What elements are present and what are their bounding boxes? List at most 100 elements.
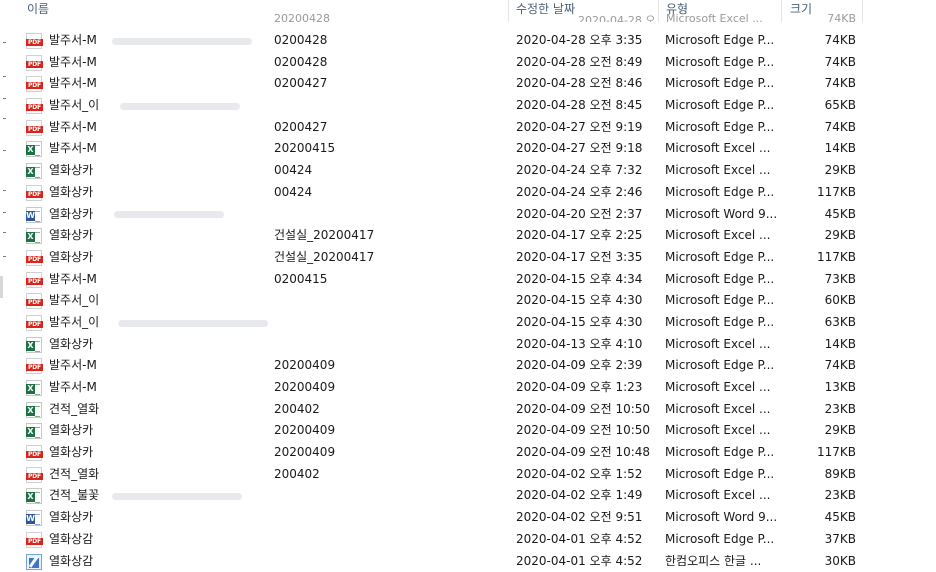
navigation-pane-edge xyxy=(0,0,12,572)
file-modified-date: 2020-04-28 오전 8:45 xyxy=(516,98,643,113)
file-modified-date: 2020-04-27 오전 9:19 xyxy=(516,119,643,134)
file-size: 63KB xyxy=(824,314,856,329)
file-name-start: 열화상카 xyxy=(49,510,94,525)
file-modified-date: 2020-04-02 오전 9:51 xyxy=(516,510,643,525)
file-name-start: 발주서-M xyxy=(49,76,97,91)
file-name-end: 건설실_20200417 xyxy=(274,228,375,243)
file-modified-date: 2020-04-01 오후 4:52 xyxy=(516,553,643,568)
file-size: 89KB xyxy=(824,466,856,481)
file-name-start: 발주서-M xyxy=(49,119,97,134)
file-size: 60KB xyxy=(824,293,856,308)
file-type: Microsoft Edge P... xyxy=(665,33,775,47)
file-type: Microsoft Excel ... xyxy=(665,401,771,416)
file-size: 23KB xyxy=(824,488,856,503)
column-header-size[interactable]: 크기 xyxy=(790,0,812,22)
privacy-blur-overlay xyxy=(100,0,274,572)
file-size: 74KB xyxy=(824,76,856,91)
column-divider[interactable] xyxy=(781,0,782,22)
file-modified-date: 2020-04-09 오전 10:48 xyxy=(516,445,651,460)
file-type: Microsoft Edge P... xyxy=(665,445,775,460)
file-size: 74KB xyxy=(824,119,856,134)
file-type: Microsoft Edge P... xyxy=(665,76,775,91)
file-size: 74KB xyxy=(824,33,856,47)
pdf-file-icon: PDF xyxy=(26,184,43,201)
excel-file-icon: X xyxy=(26,488,42,505)
column-divider[interactable] xyxy=(862,0,863,22)
file-type: Microsoft Edge P... xyxy=(665,314,775,329)
nav-selected-item[interactable] xyxy=(0,276,3,298)
file-name-end: 00424 xyxy=(274,163,313,178)
file-type: Microsoft Edge P... xyxy=(665,358,775,373)
file-type: Microsoft Edge P... xyxy=(665,249,775,264)
file-name-start: 열화상카 xyxy=(49,336,94,351)
pdf-file-icon: PDF xyxy=(26,98,43,115)
file-name-start: 발주서-M xyxy=(49,33,97,47)
file-name-end: 20200409 xyxy=(274,423,336,438)
file-modified-date: 2020-04-17 오전 3:35 xyxy=(516,249,643,264)
file-name-end: 20200409 xyxy=(274,380,336,394)
partial-row-name: 20200428 xyxy=(274,12,330,22)
hwp-file-icon xyxy=(26,553,42,570)
file-modified-date: 2020-04-15 오후 4:30 xyxy=(516,314,643,329)
file-size: 13KB xyxy=(824,380,856,394)
pdf-file-icon: PDF xyxy=(26,76,43,93)
nav-tick xyxy=(3,98,6,99)
file-size: 23KB xyxy=(824,401,856,416)
file-size: 29KB xyxy=(824,228,856,243)
pdf-file-icon: PDF xyxy=(26,271,43,288)
pdf-file-icon: PDF xyxy=(26,33,43,49)
blur-smudge xyxy=(120,103,240,110)
pdf-file-icon: PDF xyxy=(26,54,43,71)
file-type: Microsoft Edge P... xyxy=(665,271,775,286)
file-size: 117KB xyxy=(816,249,856,264)
column-header-date[interactable]: 수정한 날짜 xyxy=(516,0,575,22)
file-type: Microsoft Edge P... xyxy=(665,531,775,546)
file-name-start: 발주서-M xyxy=(49,271,97,286)
file-modified-date: 2020-04-28 오전 8:49 xyxy=(516,54,643,69)
file-name-end: 00424 xyxy=(274,184,313,199)
file-type: Microsoft Edge P... xyxy=(665,119,775,134)
nav-tick xyxy=(3,256,6,257)
file-name-end: 20200415 xyxy=(274,141,336,156)
file-type: Microsoft Edge P... xyxy=(665,184,775,199)
pdf-file-icon: PDF xyxy=(26,293,43,310)
excel-file-icon: X xyxy=(26,380,42,396)
file-size: 30KB xyxy=(824,553,856,568)
file-size: 14KB xyxy=(824,141,856,156)
file-type: Microsoft Excel ... xyxy=(665,380,771,394)
file-type: Microsoft Word 9... xyxy=(665,510,778,525)
file-name-start: 발주서-M xyxy=(49,141,97,156)
pdf-file-icon: PDF xyxy=(26,249,43,266)
file-name-start: 발주서-M xyxy=(49,358,97,373)
file-modified-date: 2020-04-09 오전 10:50 xyxy=(516,401,651,416)
nav-tick xyxy=(3,190,6,191)
file-size: 45KB xyxy=(824,510,856,525)
blur-smudge xyxy=(112,38,252,45)
column-divider[interactable] xyxy=(658,0,659,22)
file-name-end: 20200409 xyxy=(274,358,336,373)
file-modified-date: 2020-04-09 오후 1:23 xyxy=(516,380,643,394)
file-modified-date: 2020-04-20 오전 2:37 xyxy=(516,206,643,221)
excel-file-icon: X xyxy=(26,423,42,440)
file-modified-date: 2020-04-28 오전 8:46 xyxy=(516,76,643,91)
column-divider[interactable] xyxy=(508,0,509,22)
file-name-start: 열화상카 xyxy=(49,163,94,178)
nav-tick xyxy=(3,76,6,77)
file-name-end: 건설실_20200417 xyxy=(274,249,375,264)
file-name-end: 0200427 xyxy=(274,76,328,91)
excel-file-icon: X xyxy=(26,228,42,245)
file-type: Microsoft Excel ... xyxy=(665,141,771,156)
file-size: 73KB xyxy=(824,271,856,286)
file-modified-date: 2020-04-24 오후 7:32 xyxy=(516,163,643,178)
file-name-start: 발주서-M xyxy=(49,54,97,69)
file-name-end: 0200415 xyxy=(274,271,328,286)
file-name-start: 발주서-M xyxy=(49,380,97,394)
file-modified-date: 2020-04-24 오후 2:46 xyxy=(516,184,643,199)
file-modified-date: 2020-04-02 오후 1:52 xyxy=(516,466,643,481)
column-header-name[interactable]: 이름 xyxy=(27,0,49,22)
file-name-start: 발주서_이 xyxy=(49,293,100,308)
file-modified-date: 2020-04-28 오후 3:35 xyxy=(516,33,643,47)
file-type: Microsoft Excel ... xyxy=(665,163,771,178)
file-name-start: 열화상카 xyxy=(49,445,94,460)
file-size: 74KB xyxy=(824,358,856,373)
